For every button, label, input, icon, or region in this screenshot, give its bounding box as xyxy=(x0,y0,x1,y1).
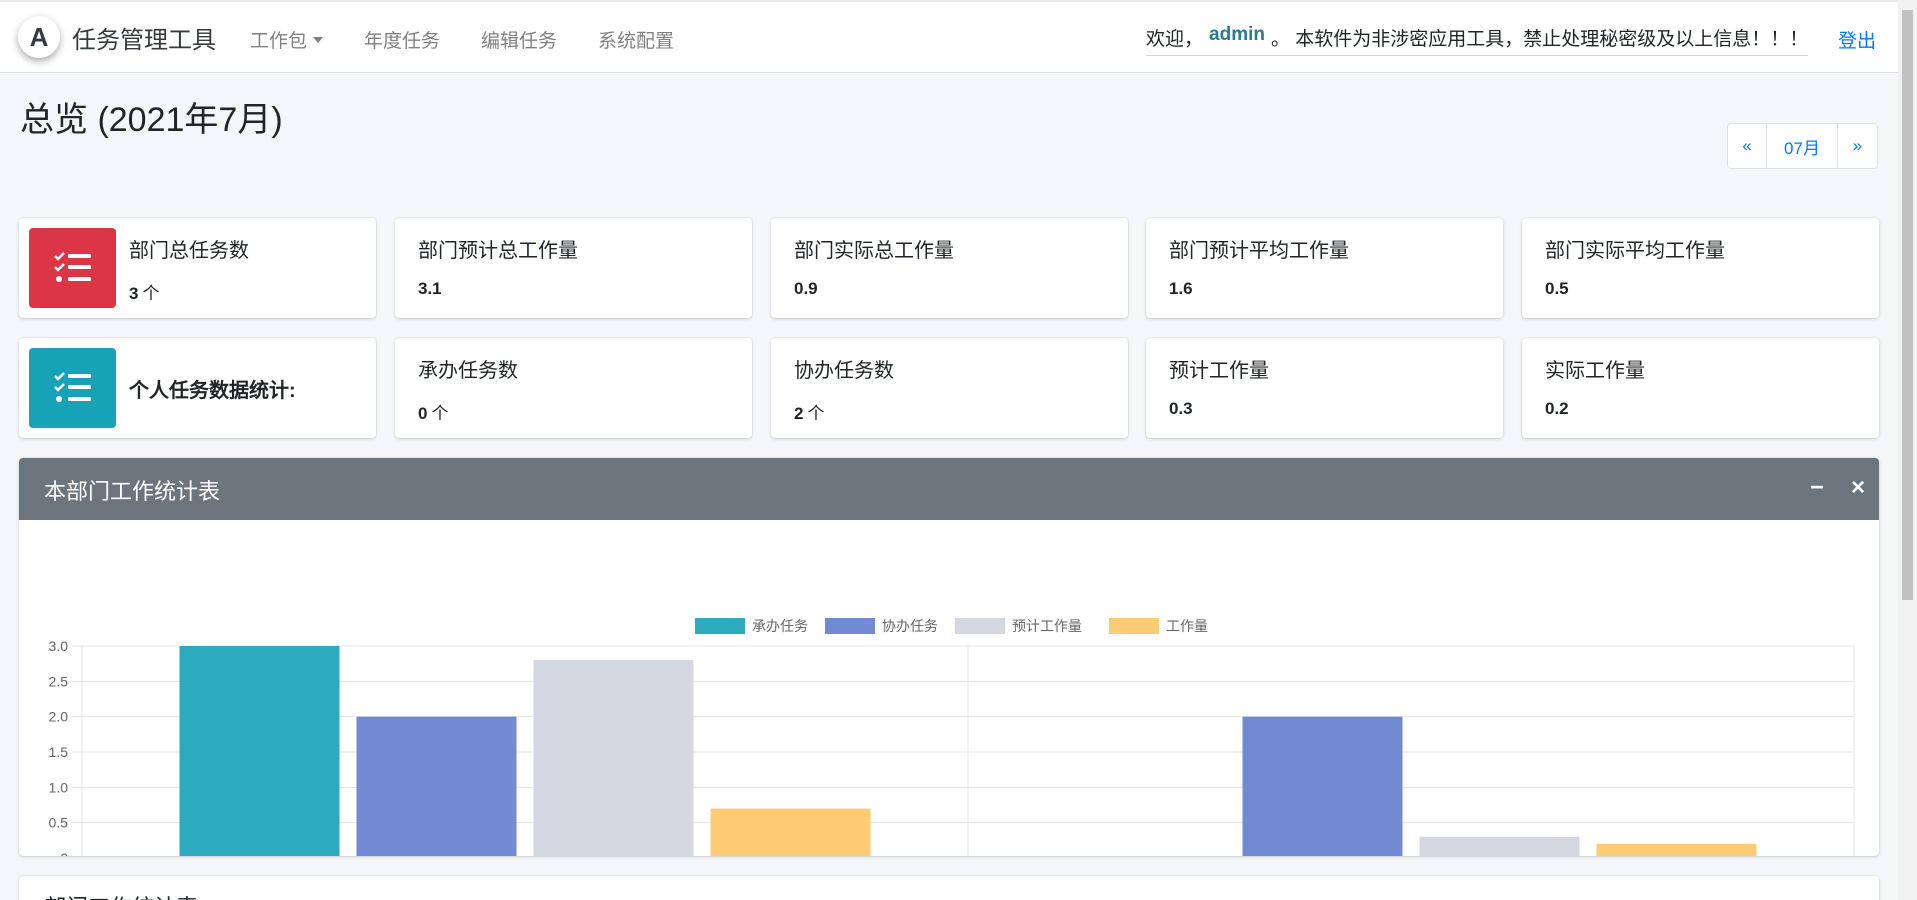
nav-item-edit-tasks[interactable]: 编辑任务 xyxy=(481,26,557,53)
minimize-icon[interactable]: − xyxy=(1810,474,1824,502)
info-box-personal-actual: 实际工作量 0.2 xyxy=(1522,338,1879,438)
value-unit: 个 xyxy=(142,284,160,303)
y-tick-label: 0.5 xyxy=(49,815,69,831)
legend-label: 预计工作量 xyxy=(1012,618,1082,634)
y-tick-label: 1.5 xyxy=(49,744,69,760)
info-box-personal-est: 预计工作量 0.3 xyxy=(1146,338,1503,438)
bar xyxy=(533,660,694,856)
username: admin xyxy=(1209,24,1265,45)
card-title: 本部门工作统计表 xyxy=(44,479,221,504)
bar xyxy=(1242,716,1403,856)
y-tick-label: 3.0 xyxy=(49,638,69,654)
value-number: 0 xyxy=(418,404,428,423)
current-month-button[interactable]: 07月 xyxy=(1767,124,1838,168)
info-box-personal-assist: 协办任务数 2个 xyxy=(771,338,1128,438)
bar xyxy=(1596,843,1757,856)
brand-title: 任务管理工具 xyxy=(72,26,216,54)
info-value: 0.3 xyxy=(1169,399,1193,418)
prev-month-button[interactable]: « xyxy=(1728,124,1767,168)
nav-item-annual-tasks[interactable]: 年度任务 xyxy=(364,26,440,53)
month-pager: « 07月 » xyxy=(1727,123,1878,169)
card-title: 部门工作统计表 xyxy=(44,890,198,900)
legend-swatch xyxy=(825,618,875,634)
info-value: 3.1 xyxy=(418,279,442,298)
info-label: 部门预计平均工作量 xyxy=(1169,240,1349,262)
page-title: 总览 (2021年7月) xyxy=(20,101,283,139)
info-value: 0个 xyxy=(418,399,448,424)
dept-work-stats-card: 本部门工作统计表 − × 承办任务 协办任务 预计工作量 工作量 0 0.5 1.0 1.5 2… xyxy=(19,458,1879,856)
info-label: 部门预计总工作量 xyxy=(418,240,578,262)
top-navbar: A 任务管理工具 工作包 年度任务 编辑任务 系统配置 欢迎， admin 。 … xyxy=(0,0,1898,73)
bar xyxy=(356,716,517,856)
scrollbar-thumb[interactable] xyxy=(1902,10,1913,600)
caret-down-icon xyxy=(313,36,324,43)
vertical-scrollbar[interactable] xyxy=(1898,0,1917,900)
y-tick-label: 2.0 xyxy=(49,709,69,725)
legend-swatch xyxy=(955,618,1005,634)
info-box-dept-actual-total: 部门实际总工作量 0.9 xyxy=(771,218,1128,318)
info-label: 部门总任务数 xyxy=(129,240,249,262)
app-logo-icon: A xyxy=(18,16,60,58)
info-box-dept-est-total: 部门预计总工作量 3.1 xyxy=(395,218,752,318)
info-label: 协办任务数 xyxy=(794,360,894,382)
tasks-list-icon xyxy=(29,228,116,308)
value-number: 3 xyxy=(129,284,139,303)
logout-link[interactable]: 登出 xyxy=(1838,26,1876,53)
info-label: 部门实际总工作量 xyxy=(794,240,954,262)
info-box-personal-undertake: 承办任务数 0个 xyxy=(395,338,752,438)
legend-label: 协办任务 xyxy=(882,618,938,634)
legend-label: 工作量 xyxy=(1166,618,1208,634)
nav-item-system-config[interactable]: 系统配置 xyxy=(598,26,674,53)
info-value: 2个 xyxy=(794,399,824,424)
close-icon[interactable]: × xyxy=(1851,474,1865,502)
welcome-message: 欢迎， admin 。 本软件为非涉密应用工具，禁止处理秘密级及以上信息！！！ xyxy=(1146,24,1809,56)
work-stats-bar-chart: 承办任务协办任务预计工作量工作量00.51.01.52.02.53.0李洛adm… xyxy=(49,618,1855,856)
dept-work-table-card: 部门工作统计表 xyxy=(19,876,1879,900)
welcome-prefix: 欢迎， xyxy=(1146,29,1204,50)
tasks-list-icon xyxy=(29,348,116,428)
info-label: 部门实际平均工作量 xyxy=(1545,240,1725,262)
y-tick-label: 0 xyxy=(60,850,68,856)
legend-swatch xyxy=(1109,618,1159,634)
nav-item-label: 工作包 xyxy=(250,31,308,52)
main-nav: 工作包 年度任务 编辑任务 系统配置 xyxy=(250,26,715,53)
personal-stats-heading: 个人任务数据统计: xyxy=(129,380,296,402)
info-value: 0.2 xyxy=(1545,399,1569,418)
y-tick-label: 1.0 xyxy=(49,779,69,795)
info-box-dept-est-avg: 部门预计平均工作量 1.6 xyxy=(1146,218,1503,318)
info-box-dept-total-tasks: 部门总任务数 3个 xyxy=(19,218,376,318)
bar xyxy=(179,646,340,856)
info-value: 3个 xyxy=(129,279,159,304)
info-box-personal-heading: 个人任务数据统计: xyxy=(19,338,376,438)
card-header: 本部门工作统计表 − × xyxy=(19,458,1879,520)
value-unit: 个 xyxy=(431,404,449,423)
value-number: 2 xyxy=(794,404,804,423)
info-value: 1.6 xyxy=(1169,279,1193,298)
brand[interactable]: A 任务管理工具 xyxy=(18,16,216,58)
info-label: 承办任务数 xyxy=(418,360,518,382)
value-unit: 个 xyxy=(807,404,825,423)
info-label: 实际工作量 xyxy=(1545,360,1645,382)
next-month-button[interactable]: » xyxy=(1838,124,1877,168)
y-tick-label: 2.5 xyxy=(49,673,69,689)
info-value: 0.5 xyxy=(1545,279,1569,298)
nav-item-workpackage[interactable]: 工作包 xyxy=(250,26,324,53)
info-label: 预计工作量 xyxy=(1169,360,1269,382)
info-value: 0.9 xyxy=(794,279,818,298)
legend-swatch xyxy=(695,618,745,634)
legend-label: 承办任务 xyxy=(752,618,808,634)
bar xyxy=(1419,836,1580,856)
welcome-notice: 。 本软件为非涉密应用工具，禁止处理秘密级及以上信息！！！ xyxy=(1270,29,1809,50)
info-box-dept-actual-avg: 部门实际平均工作量 0.5 xyxy=(1522,218,1879,318)
bar xyxy=(710,808,871,856)
